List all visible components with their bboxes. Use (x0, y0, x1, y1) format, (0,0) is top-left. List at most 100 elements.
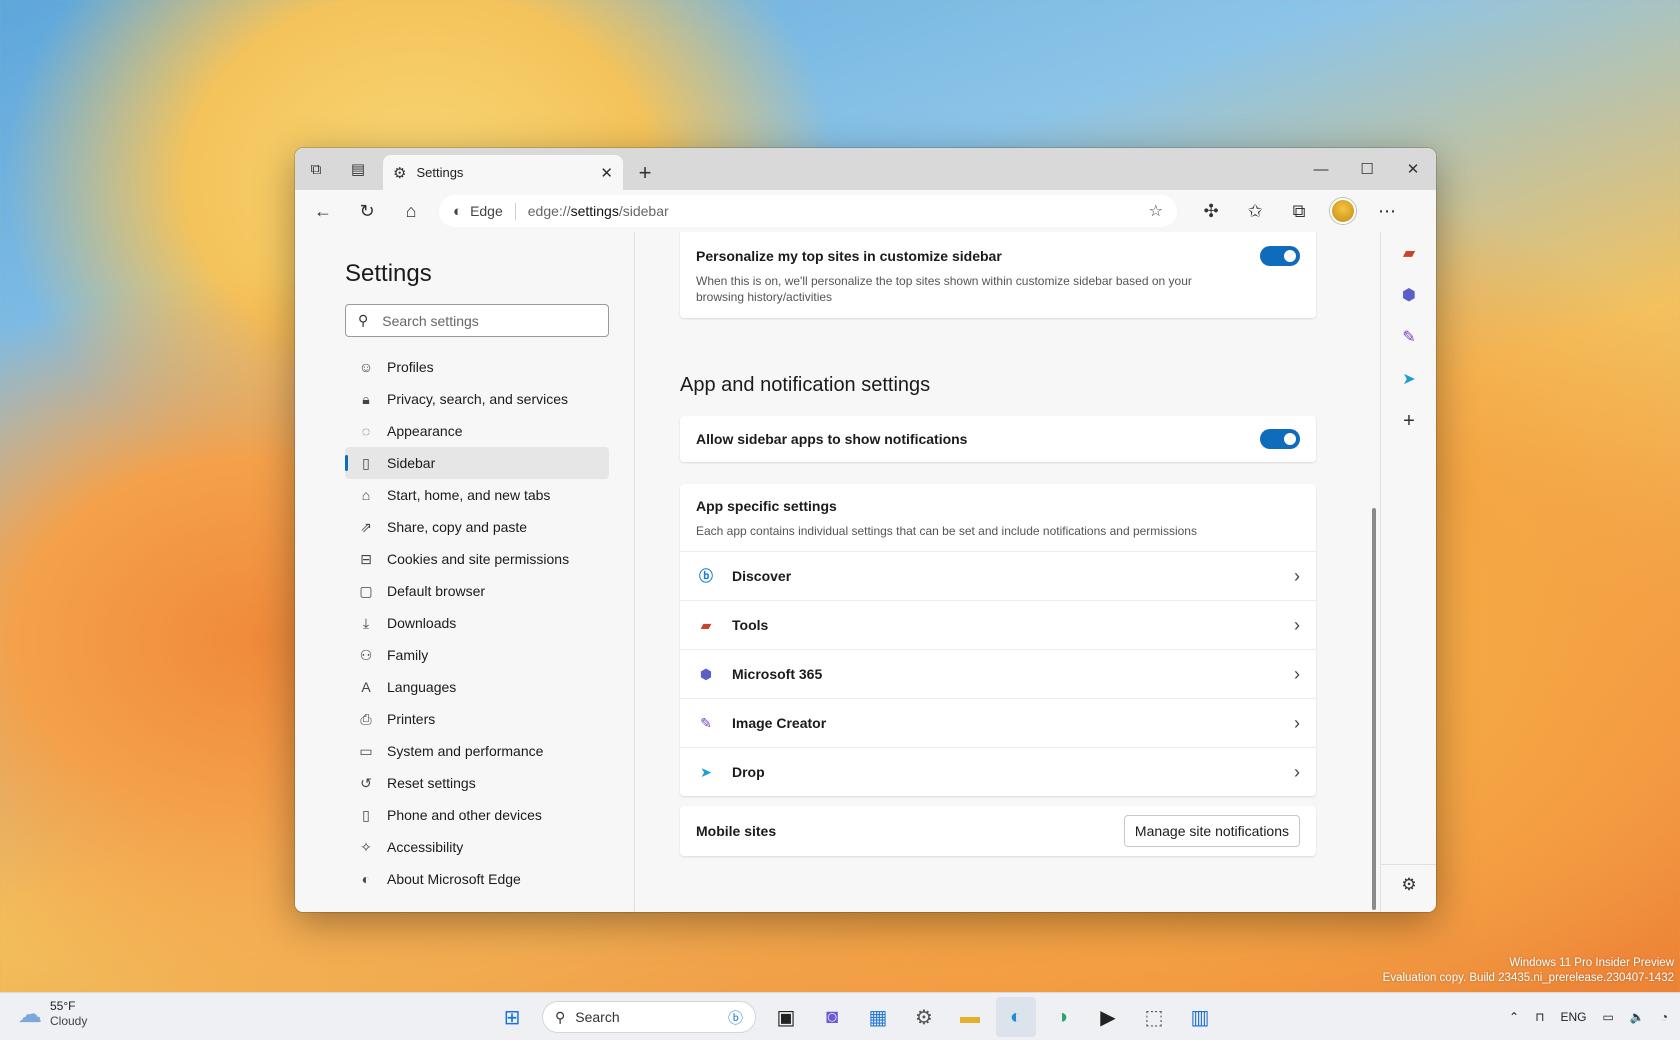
sidebar-item-label: Appearance (387, 423, 463, 439)
sidebar-item-downloads[interactable]: ⤓ Downloads (345, 607, 609, 639)
usb-icon[interactable]: ⊓ (1535, 1010, 1544, 1024)
allow-notifications-toggle[interactable] (1260, 429, 1300, 449)
file-explorer-icon[interactable]: ▬ (950, 997, 990, 1037)
cloud-icon: ☁ (18, 1000, 42, 1028)
gear-icon: ⚙ (393, 164, 407, 182)
close-tab-icon[interactable]: ✕ (600, 164, 613, 182)
vertical-tabs-icon[interactable]: ▤ (337, 148, 379, 190)
close-window-icon[interactable]: ✕ (1390, 148, 1436, 190)
terminal-icon[interactable]: ▶ (1088, 997, 1128, 1037)
back-icon[interactable]: ← (301, 194, 345, 228)
refresh-icon[interactable]: ↻ (345, 194, 389, 228)
minimize-icon[interactable]: — (1298, 148, 1344, 190)
new-tab-button[interactable]: + (627, 155, 663, 190)
edge-logo-icon: ◐ (453, 202, 463, 220)
weather-widget[interactable]: ☁ 55°F Cloudy (18, 999, 87, 1029)
sidebar-item-system-and-performance[interactable]: ▭ System and performance (345, 735, 609, 767)
sidebar-item-label: Languages (387, 679, 457, 695)
snipping-tool-icon[interactable]: ⬚ (1134, 997, 1174, 1037)
app-specific-title: App specific settings (696, 498, 837, 514)
taskbar-search[interactable]: ⚲ Search ⓑ (542, 1001, 756, 1033)
add-favorite-icon[interactable]: ☆ (1149, 201, 1163, 221)
maximize-icon[interactable]: ☐ (1344, 148, 1390, 190)
chat-icon[interactable]: ◙ (812, 997, 852, 1037)
sidebar-item-languages[interactable]: A Languages (345, 671, 609, 703)
widgets-icon[interactable]: ▦ (858, 997, 898, 1037)
workspaces-icon[interactable]: ⧉ (295, 148, 337, 190)
weather-desc: Cloudy (50, 1014, 88, 1028)
manage-site-notifications-button[interactable]: Manage site notifications (1123, 815, 1300, 847)
sidebar-item-start-home-and-new-tabs[interactable]: ⌂ Start, home, and new tabs (345, 479, 609, 511)
sidebar-item-phone-and-other-devices[interactable]: ▯ Phone and other devices (345, 799, 609, 831)
url-prefix: edge:// (527, 203, 571, 219)
sidebar-item-reset-settings[interactable]: ↺ Reset settings (345, 767, 609, 799)
app-label: Image Creator (732, 715, 827, 731)
microsoft365-icon[interactable]: ⬢ (1381, 274, 1436, 316)
sidebar-item-about-microsoft-edge[interactable]: ◐ About Microsoft Edge (345, 863, 609, 895)
add-app-icon[interactable]: + (1381, 400, 1436, 442)
sidebar-item-label: Cookies and site permissions (387, 551, 570, 567)
notification-icon[interactable]: ◔ (1661, 1010, 1668, 1024)
app-specific-card: App specific settings Each app contains … (680, 484, 1316, 796)
network-icon[interactable]: ▭ (1602, 1010, 1613, 1024)
toggle-knob (1284, 250, 1296, 262)
sidebar-item-appearance[interactable]: ◌ Appearance (345, 415, 609, 447)
search-input[interactable]: ⚲ Search settings (345, 304, 609, 337)
sidebar-item-accessibility[interactable]: ✧ Accessibility (345, 831, 609, 863)
sidebar-item-privacy-search-and-services[interactable]: 🔒︎ Privacy, search, and services (345, 383, 609, 415)
tab-strip: ⧉ ▤ ⚙ Settings ✕ + — ☐ ✕ (295, 148, 1436, 190)
chevron-right-icon: › (1294, 565, 1300, 586)
sidebar-item-share-copy-and-paste[interactable]: ⇗ Share, copy and paste (345, 511, 609, 543)
app-row-discover[interactable]: ⓑ Discover › (680, 551, 1316, 600)
sidebar-item-cookies-and-site-permissions[interactable]: ⊟ Cookies and site permissions (345, 543, 609, 575)
sidebar-item-label: About Microsoft Edge (387, 871, 521, 887)
search-icon: ⚲ (555, 1008, 566, 1025)
task-view-icon[interactable]: ▣ (766, 997, 806, 1037)
sidebar-item-family[interactable]: ⚇ Family (345, 639, 609, 671)
app-row-microsoft-365[interactable]: ⬢ Microsoft 365 › (680, 649, 1316, 698)
scrollbar[interactable] (1372, 508, 1376, 910)
sidebar-item-label: Sidebar (387, 455, 436, 471)
extensions-icon[interactable]: ✣ (1189, 194, 1233, 228)
app-row-tools[interactable]: ▰ Tools › (680, 600, 1316, 649)
edge-logo-icon: ◐ (361, 871, 371, 887)
language-indicator[interactable]: ENG (1560, 1010, 1586, 1024)
sidebar-item-sidebar[interactable]: ▯ Sidebar (345, 447, 609, 479)
chevron-right-icon: › (1294, 761, 1300, 782)
image-creator-icon[interactable]: ✎ (1381, 316, 1436, 358)
personalize-desc: When this is on, we'll personalize the t… (696, 274, 1192, 304)
collections-icon[interactable]: ⧉ (1277, 194, 1321, 228)
sidebar-item-default-browser[interactable]: ▢ Default browser (345, 575, 609, 607)
home-icon[interactable]: ⌂ (389, 194, 433, 228)
edge-taskbar-icon[interactable]: ◐ (996, 997, 1036, 1037)
bing-icon[interactable]: ⓑ (728, 1007, 743, 1028)
app-label: Tools (732, 617, 769, 633)
system-tray: ⌃ ⊓ ENG ▭ 🔈 ◔ (1509, 993, 1668, 1040)
tab-settings[interactable]: ⚙ Settings ✕ (383, 155, 623, 190)
sidebar-item-label: Share, copy and paste (387, 519, 528, 535)
share-icon: ⇗ (360, 518, 372, 535)
sidebar-item-profiles[interactable]: ☺ Profiles (345, 351, 609, 383)
start-icon[interactable]: ⊞ (492, 997, 532, 1037)
personalize-toggle[interactable] (1260, 246, 1300, 266)
sidebar-item-label: Profiles (387, 359, 434, 375)
favorites-icon[interactable]: ✩ (1233, 194, 1277, 228)
edge-chip: ◐ Edge (453, 202, 516, 220)
settings-title: Settings (345, 260, 432, 287)
sidebar-settings-icon[interactable]: ⚙ (1381, 864, 1436, 904)
settings-app-icon[interactable]: ⚙ (904, 997, 944, 1037)
drop-icon[interactable]: ➤ (1381, 358, 1436, 400)
app-row-image-creator[interactable]: ✎ Image Creator › (680, 698, 1316, 747)
app-label: Discover (732, 568, 792, 584)
volume-icon[interactable]: 🔈 (1630, 1010, 1645, 1024)
toggle-knob (1284, 433, 1296, 445)
more-options-icon[interactable]: ⋯ (1365, 194, 1409, 228)
edge-canary-icon[interactable]: ◑ (1042, 997, 1082, 1037)
sidebar-item-printers[interactable]: ⎙ Printers (345, 703, 609, 735)
tools-icon[interactable]: ▰ (1381, 232, 1436, 274)
app-row-drop[interactable]: ➤ Drop › (680, 747, 1316, 796)
chevron-up-icon[interactable]: ⌃ (1509, 1010, 1519, 1024)
notepad-icon[interactable]: ▥ (1180, 997, 1220, 1037)
address-bar[interactable]: ◐ Edge edge://settings/sidebar ☆ (439, 195, 1177, 227)
profile-avatar[interactable] (1321, 194, 1365, 228)
